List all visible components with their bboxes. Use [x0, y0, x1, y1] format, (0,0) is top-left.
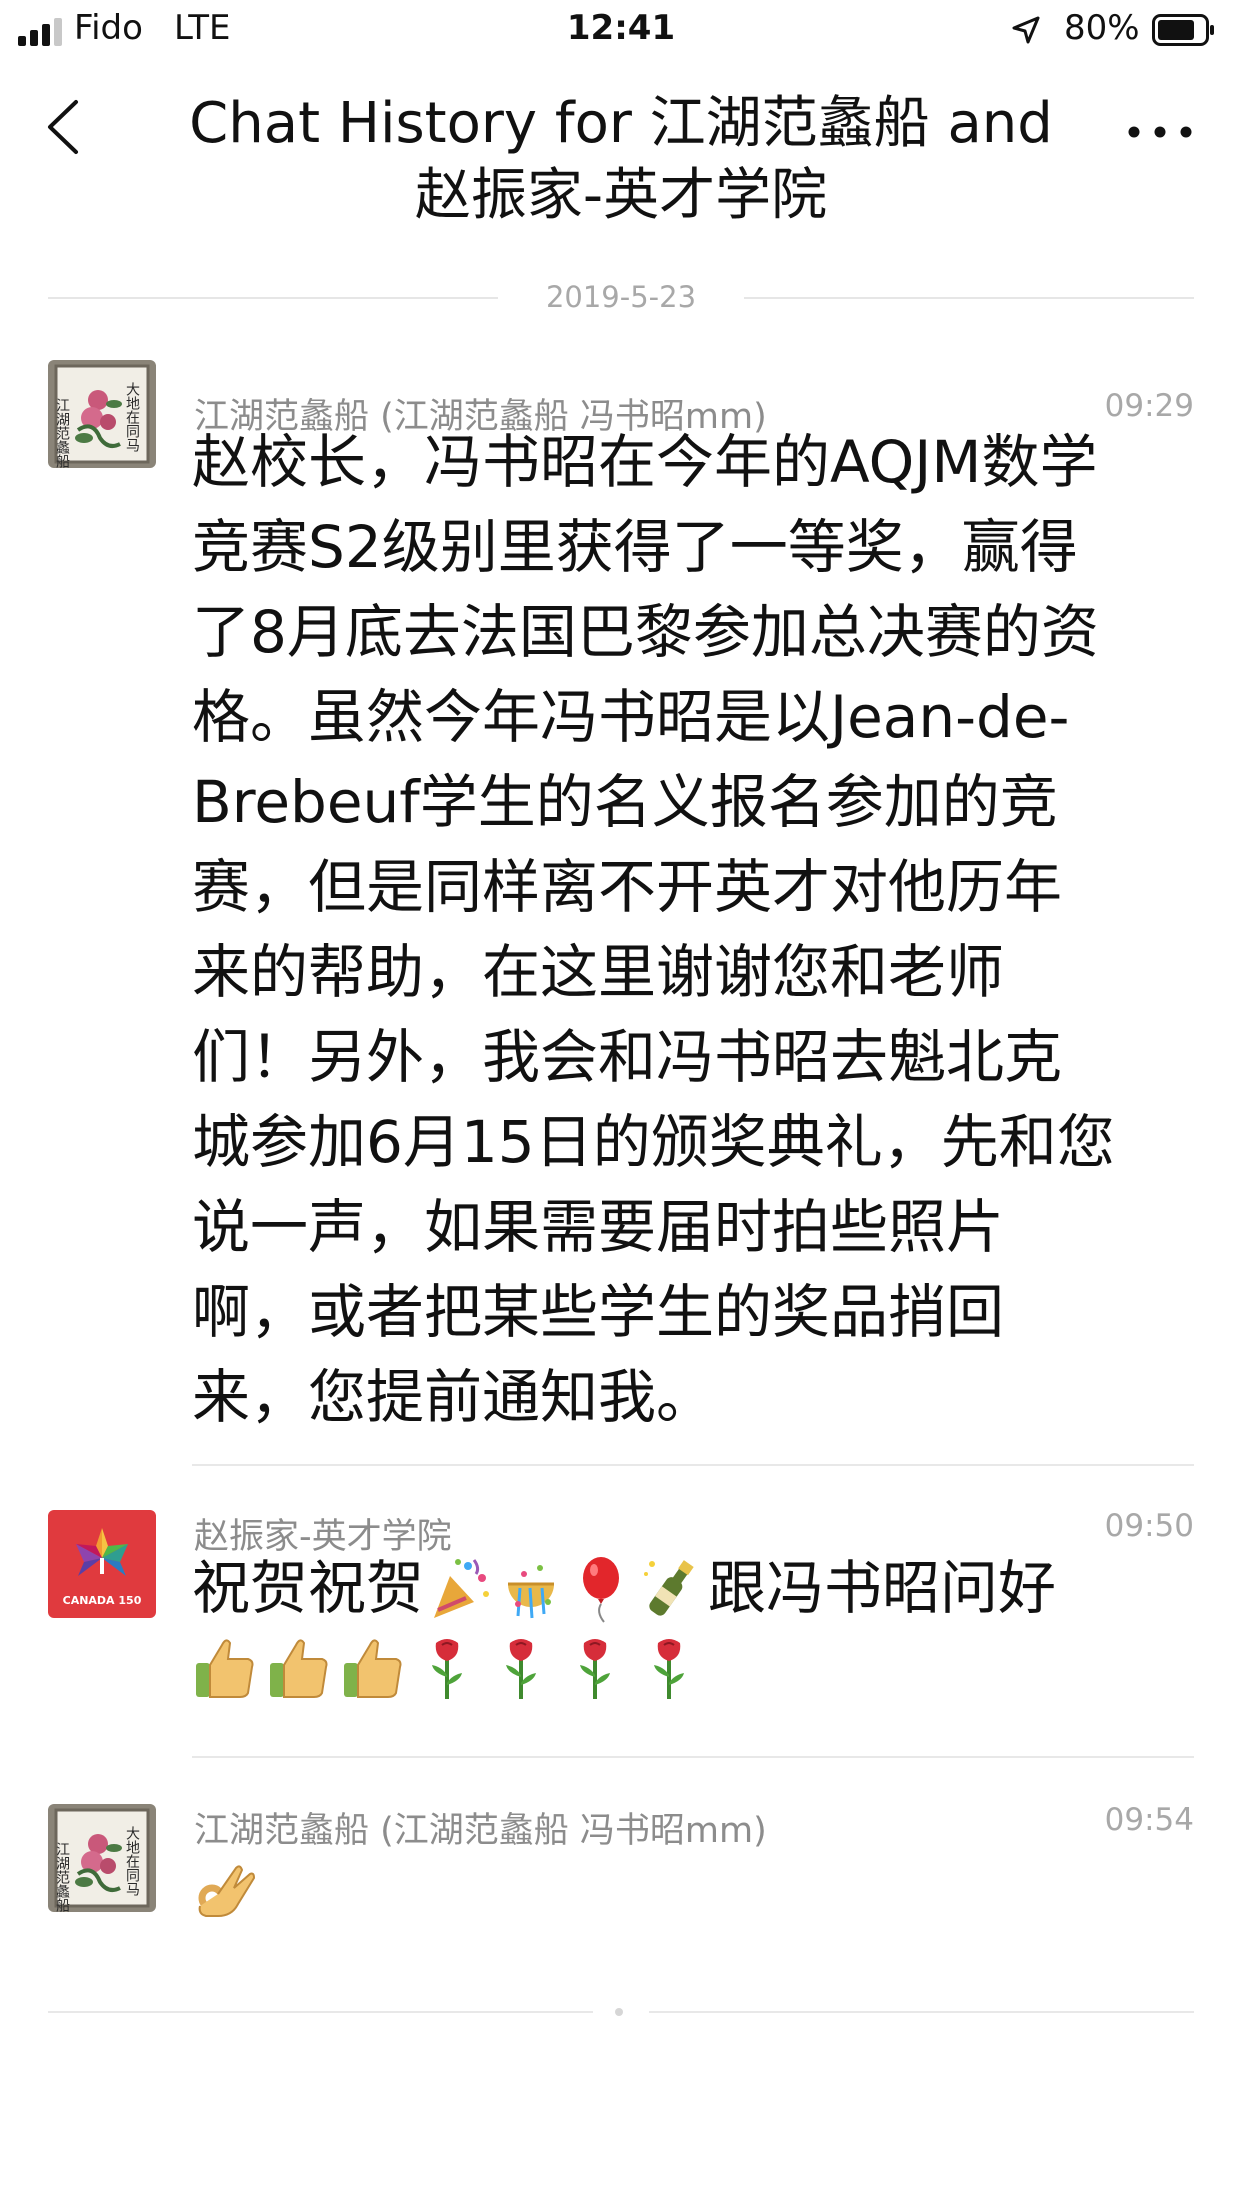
- divider-line: [48, 2011, 593, 2013]
- end-dot: [615, 2008, 623, 2016]
- message-line: 啊，或者把某些学生的奖品捎回: [192, 1278, 1005, 1346]
- message-text[interactable]: 赵校长，冯书昭在今年的AQJM数学 竞赛S2级别里获得了一等奖，赢得 了8月底去…: [192, 420, 1192, 1440]
- message-line: 说一声，如果需要届时拍些照片: [192, 1193, 1005, 1261]
- rose-icon: [506, 1639, 536, 1699]
- avatar[interactable]: CANADA 150: [48, 1510, 156, 1618]
- page-title-line-1: Chat History for 江湖范蠡船 and: [189, 91, 1053, 156]
- rose-icon: [654, 1639, 684, 1699]
- svg-text:江湖范蠡船: 江湖范蠡船: [54, 1842, 70, 1912]
- status-time: 12:41: [566, 8, 676, 48]
- calligraphy-painting-avatar-icon: 江湖范蠡船 大地在同马: [48, 1804, 156, 1912]
- page-title-line-2: 赵振家-英才学院: [414, 163, 828, 228]
- thumbs-up-icon: [344, 1639, 402, 1698]
- message-text[interactable]: [192, 1854, 1192, 1947]
- message-text[interactable]: 祝贺祝贺 跟冯书昭问好: [192, 1546, 1192, 1703]
- avatar[interactable]: 江湖范蠡船 大地在同马: [48, 360, 156, 468]
- champagne-icon: [644, 1559, 694, 1616]
- divider-line: [649, 2011, 1194, 2013]
- page-title: Chat History for 江湖范蠡船 and 赵振家-英才学院: [160, 88, 1082, 232]
- message-line: 们！另外，我会和冯书昭去魁北克: [192, 1023, 1063, 1091]
- back-button[interactable]: [36, 92, 96, 162]
- battery-icon: [1152, 14, 1214, 46]
- message-line: 来的帮助，在这里谢谢您和老师: [192, 938, 1005, 1006]
- message-time: 09:50: [1104, 1508, 1194, 1544]
- rose-icon: [580, 1639, 610, 1699]
- svg-text:CANADA 150: CANADA 150: [63, 1594, 142, 1607]
- sender-name: 江湖范蠡船 (江湖范蠡船 冯书昭mm): [194, 1811, 767, 1851]
- message-line: 竞赛S2级别里获得了一等奖，赢得: [192, 513, 1078, 581]
- message-line: 赵校长，冯书昭在今年的AQJM数学: [192, 428, 1098, 496]
- avatar[interactable]: 江湖范蠡船 大地在同马: [48, 1804, 156, 1912]
- nav-bar: Chat History for 江湖范蠡船 and 赵振家-英才学院: [0, 62, 1242, 252]
- balloon-icon: [583, 1556, 620, 1623]
- message-text-start: 祝贺祝贺: [192, 1554, 425, 1622]
- message-separator: [192, 1464, 1194, 1466]
- message-text-end: 跟冯书昭问好: [708, 1554, 1057, 1622]
- calligraphy-painting-avatar-icon: 江湖范蠡船 大地在同马: [48, 360, 156, 468]
- end-of-history-divider: [48, 2006, 1194, 2018]
- status-bar: Fido LTE 12:41 80%: [0, 0, 1242, 62]
- battery-percent: 80%: [1064, 8, 1140, 48]
- message-line: Brebeuf学生的名义报名参加的竞: [192, 768, 1058, 836]
- svg-text:大地在同马: 大地在同马: [124, 382, 140, 452]
- thumbs-up-icon: [270, 1639, 328, 1698]
- location-arrow-icon: [1012, 16, 1040, 44]
- party-popper-icon: [434, 1558, 490, 1618]
- more-options-button[interactable]: [1120, 112, 1200, 152]
- message-line: 了8月底去法国巴黎参加总决赛的资: [192, 598, 1099, 666]
- message-time: 09:29: [1104, 388, 1194, 424]
- svg-text:大地在同马: 大地在同马: [124, 1826, 140, 1896]
- message-line: 赛，但是同样离不开英才对他历年: [192, 853, 1063, 921]
- thumbs-up-icon: [196, 1639, 254, 1698]
- ok-hand-icon: [198, 1865, 256, 1917]
- rose-icon: [432, 1639, 462, 1699]
- message-line: 城参加6月15日的颁奖典礼，先和您: [192, 1108, 1115, 1176]
- message-line: 来，您提前通知我。: [192, 1363, 715, 1431]
- message-line: 格。虽然今年冯书昭是以Jean-de-: [192, 683, 1070, 751]
- message-separator: [192, 1756, 1194, 1758]
- divider-line: [744, 297, 1194, 299]
- message-time: 09:54: [1104, 1802, 1194, 1838]
- canada-150-logo-icon: CANADA 150: [48, 1510, 156, 1618]
- date-divider: 2019-5-23: [48, 278, 1194, 318]
- svg-text:江湖范蠡船: 江湖范蠡船: [54, 398, 70, 468]
- confetti-ball-icon: [508, 1564, 555, 1618]
